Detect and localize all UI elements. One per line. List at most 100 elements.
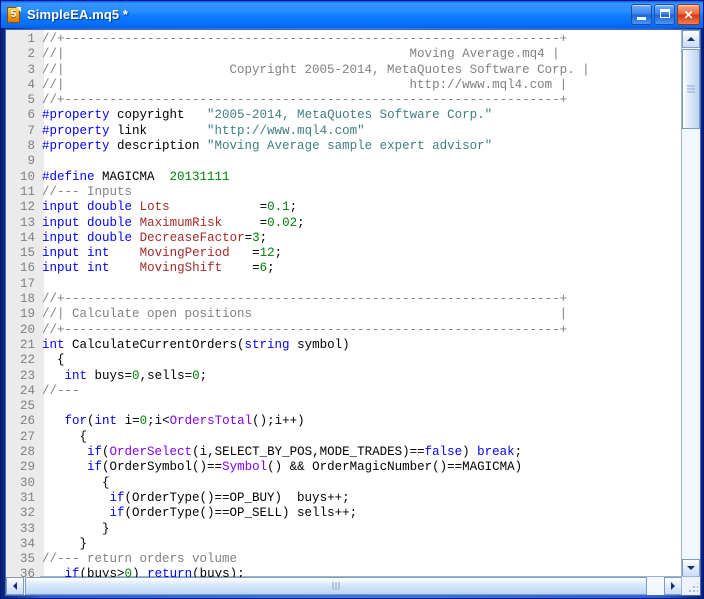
code-token: i= [117, 414, 140, 428]
code-token: #property [42, 139, 110, 153]
line-number: 31 [6, 491, 40, 506]
code-token [80, 231, 88, 245]
code-text: input int MovingPeriod =12; [42, 246, 282, 260]
chevron-up-icon [687, 37, 695, 41]
vertical-scrollbar[interactable] [681, 30, 700, 577]
code-token: (buys> [80, 567, 125, 577]
code-token: ,sells= [140, 369, 193, 383]
code-text: if(OrderSymbol()==Symbol() && OrderMagic… [42, 460, 522, 474]
code-text: #property link "http://www.mql4.com" [42, 124, 365, 138]
code-line: 3//| Copyright 2005-2014, MetaQuotes Sof… [6, 63, 682, 78]
horizontal-scroll-thumb[interactable] [25, 577, 647, 595]
code-token: ;i< [147, 414, 170, 428]
code-text: int CalculateCurrentOrders(string symbol… [42, 338, 350, 352]
code-text: if(OrderType()==OP_SELL) sells++; [42, 506, 357, 520]
code-line: 13input double MaximumRisk =0.02; [6, 216, 682, 231]
code-token: { [42, 353, 65, 367]
code-token: //+-------------------------------------… [42, 32, 567, 46]
code-token: ( [87, 414, 95, 428]
code-token: = [230, 246, 260, 260]
maximize-button[interactable] [654, 4, 675, 25]
code-token: if [65, 567, 80, 577]
close-button[interactable]: ✕ [677, 4, 700, 25]
code-token: return [147, 567, 192, 577]
code-token: 0 [125, 567, 133, 577]
line-number: 20 [6, 323, 40, 338]
code-text: input int MovingShift =6; [42, 261, 275, 275]
code-token: int [87, 246, 110, 260]
code-line: 4//| http://www.mql4.com | [6, 78, 682, 93]
code-token: //+-------------------------------------… [42, 323, 567, 337]
code-text: } [42, 537, 87, 551]
code-token [42, 460, 87, 474]
code-text: //| Moving Average.mq4 | [42, 47, 560, 61]
line-number: 1 [6, 32, 40, 47]
code-text: { [42, 476, 110, 490]
line-number: 11 [6, 185, 40, 200]
code-token: //| Copyright 2005-2014, MetaQuotes Soft… [42, 63, 590, 77]
code-token: link [110, 124, 208, 138]
code-text: { [42, 430, 87, 444]
code-text: #property description "Moving Average sa… [42, 139, 492, 153]
code-token: ; [200, 369, 208, 383]
code-line: 30 { [6, 476, 682, 491]
code-token: if [110, 506, 125, 520]
code-token: } [42, 537, 87, 551]
code-line: 28 if(OrderSelect(i,SELECT_BY_POS,MODE_T… [6, 445, 682, 460]
code-token: "http://www.mql4.com" [207, 124, 365, 138]
code-token: Symbol [222, 460, 267, 474]
code-text: //+-------------------------------------… [42, 323, 567, 337]
line-number: 26 [6, 414, 40, 429]
code-editor[interactable]: 1//+------------------------------------… [6, 30, 682, 577]
line-number: 35 [6, 552, 40, 567]
code-line: 12input double Lots =0.1; [6, 200, 682, 215]
code-token: 0.1 [267, 200, 290, 214]
code-token [110, 246, 140, 260]
code-text: //+-------------------------------------… [42, 292, 567, 306]
code-token: DecreaseFactor [140, 231, 245, 245]
code-line: 5//+------------------------------------… [6, 93, 682, 108]
code-token: 0 [132, 369, 140, 383]
vertical-scroll-thumb[interactable] [682, 49, 700, 129]
code-text: //| http://www.mql4.com | [42, 78, 567, 92]
code-token: break [477, 445, 515, 459]
code-line: 23 int buys=0,sells=0; [6, 369, 682, 384]
code-line: 36 if(buys>0) return(buys); [6, 567, 682, 577]
scroll-grip-icon [687, 86, 695, 93]
code-token: double [87, 200, 132, 214]
line-number: 15 [6, 246, 40, 261]
minimize-button[interactable] [631, 4, 652, 25]
line-number: 25 [6, 399, 40, 414]
code-line: 6#property copyright "2005-2014, MetaQuo… [6, 108, 682, 123]
code-token [80, 200, 88, 214]
code-token: OrdersTotal [170, 414, 253, 428]
close-icon: ✕ [678, 5, 699, 24]
code-text: } [42, 522, 110, 536]
resize-grip[interactable] [681, 576, 700, 595]
scroll-down-button[interactable] [682, 559, 700, 577]
code-token: ; [515, 445, 523, 459]
code-text: if(OrderSelect(i,SELECT_BY_POS,MODE_TRAD… [42, 445, 522, 459]
code-token: (OrderType()==OP_BUY) buys++; [125, 491, 350, 505]
code-token: MAGICMA [95, 170, 170, 184]
code-token: MaximumRisk [140, 216, 223, 230]
code-token: ) [462, 445, 477, 459]
code-token: = [170, 200, 268, 214]
code-token: //+-------------------------------------… [42, 292, 567, 306]
code-line: 19//| Calculate open positions | [6, 307, 682, 322]
code-line: 2//| Moving Average.mq4 | [6, 47, 682, 62]
scroll-up-button[interactable] [682, 30, 700, 48]
code-token: 6 [260, 261, 268, 275]
minimize-icon [637, 17, 646, 20]
scroll-left-button[interactable] [6, 577, 24, 595]
horizontal-scrollbar[interactable] [6, 576, 682, 595]
code-token [42, 369, 65, 383]
code-text: //+-------------------------------------… [42, 93, 567, 107]
line-number: 2 [6, 47, 40, 62]
code-line: 17 [6, 277, 682, 292]
code-token: int [95, 414, 118, 428]
scroll-right-button[interactable] [664, 577, 682, 595]
code-text: //+-------------------------------------… [42, 32, 567, 46]
code-token: (buys); [192, 567, 245, 577]
code-text: //--- Inputs [42, 185, 132, 199]
